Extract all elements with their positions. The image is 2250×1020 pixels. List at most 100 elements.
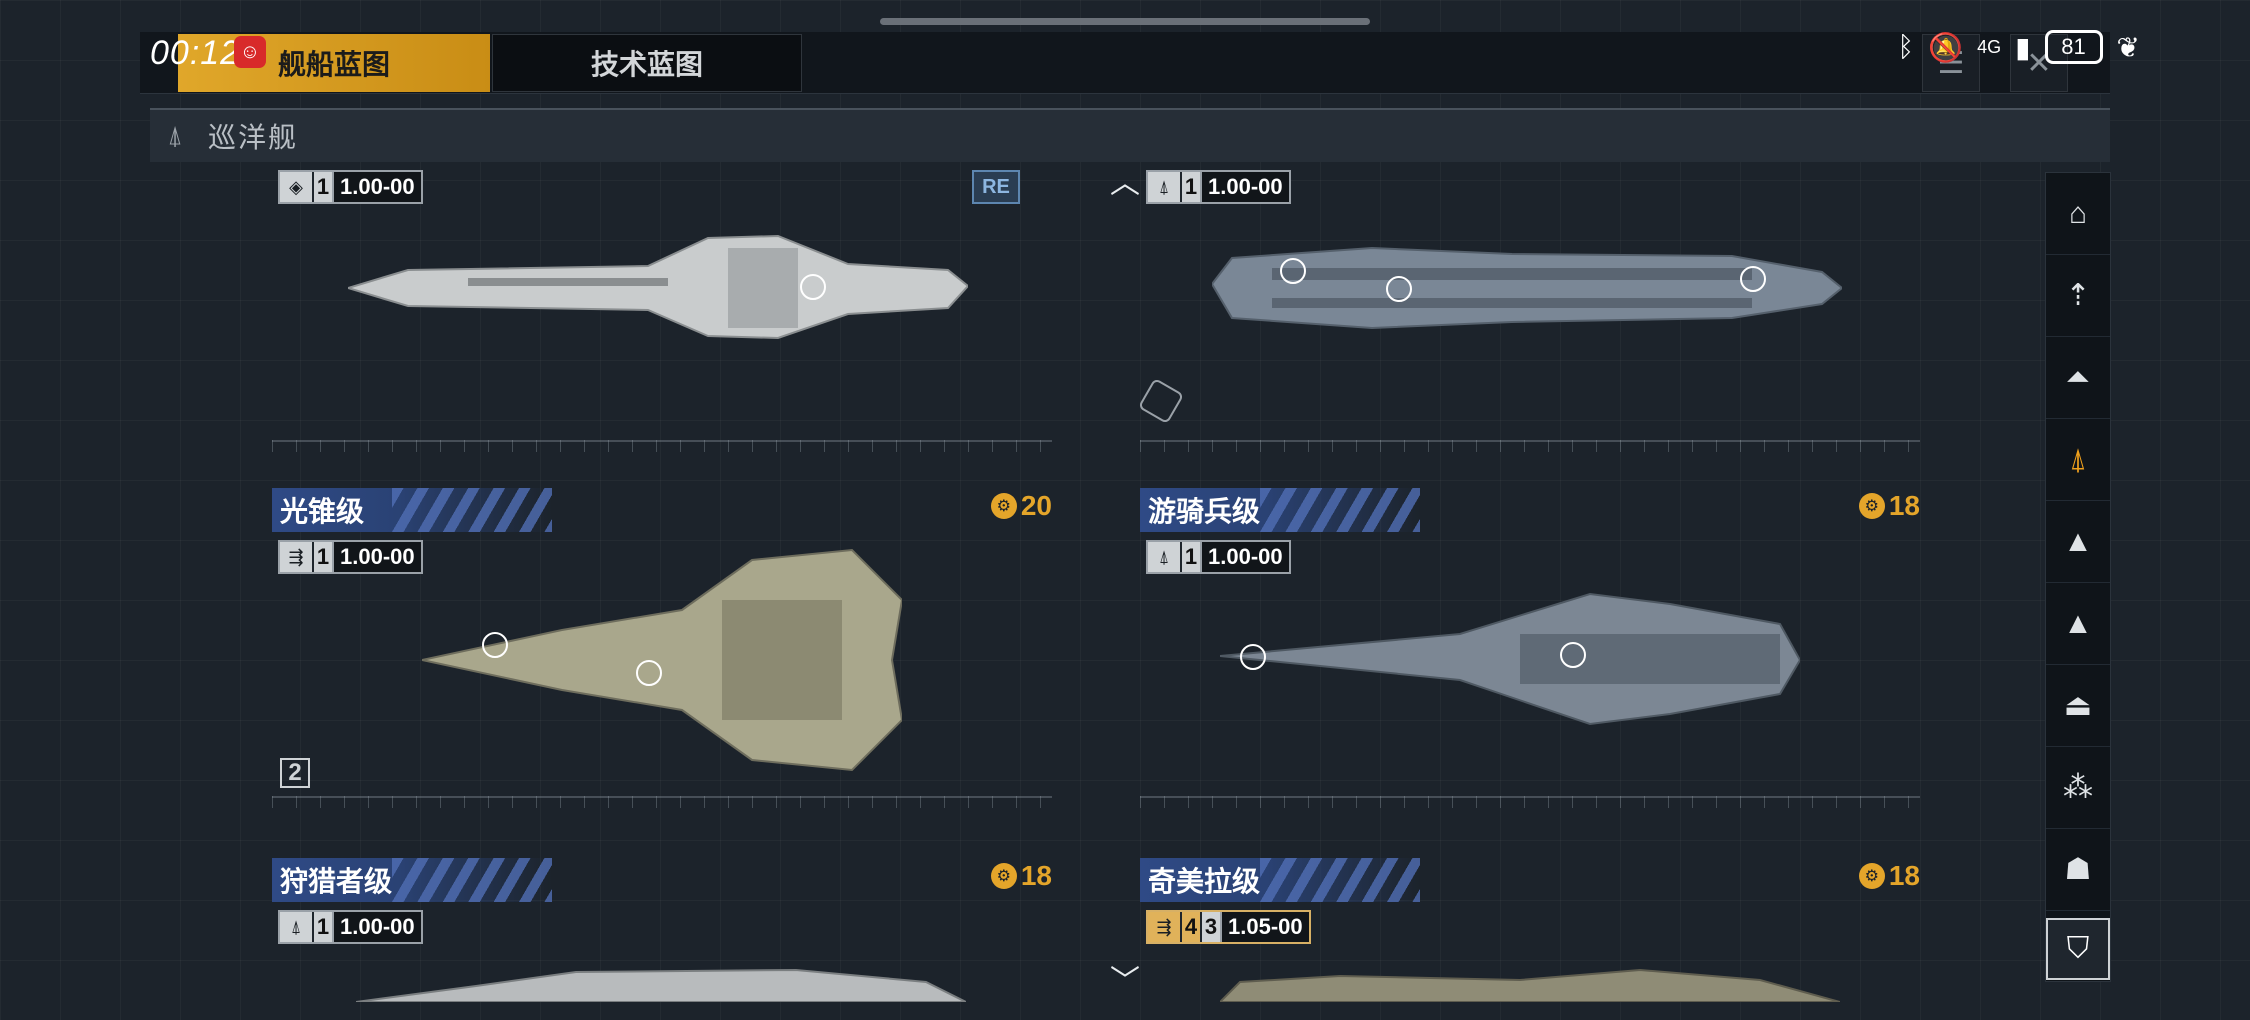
stat-type-icon: ⍋ [1148,542,1180,572]
ship-card[interactable]: 光锥级 ⚙ 20 ⇶ 1 1.00-00 2 [272,488,1052,828]
weapon-marker[interactable] [1386,276,1412,302]
ship-name-banner: 奇美拉级 [1140,858,1420,902]
stat-type-icon: ⍋ [1148,172,1180,202]
ship-name: 光锥级 [280,496,365,527]
cruiser-class-6-icon[interactable]: ▲ [2046,583,2110,665]
weapon-marker[interactable] [1740,266,1766,292]
weapon-marker[interactable] [800,274,826,300]
weapon-marker[interactable] [1280,258,1306,284]
cost-icon: ⚙ [1858,863,1885,889]
stat-type-icon: ⍋ [280,912,312,942]
cruiser-class-5-icon[interactable]: ▲ [2046,501,2110,583]
weapon-marker[interactable] [1560,642,1586,668]
stat-type-icon: ⇶ [280,542,312,572]
scale-ticks [1140,440,1920,452]
ship-card[interactable]: 游骑兵级 ⚙ 18 ⍋ 1 1.00-00 [1140,488,1920,828]
ship-card[interactable]: 奇美拉级 ⚙ 18 ⇶ 4 3 1.05-00 ﹀ [1110,858,1920,1008]
stat-value: 1.00-00 [332,912,421,942]
stat-value: 1.00-00 [332,172,421,202]
tab-ship-blueprint-label: 舰船蓝图 [278,49,391,80]
cruiser-class-3-icon[interactable]: ⏶ [2046,337,2110,419]
stat-box: ⍋ 1 1.00-00 [1146,540,1291,574]
cost-value: 18 [1888,860,1920,891]
app-notification-icon: ☺ [234,36,266,68]
ship-card[interactable]: ︿ ⍋ 1 1.00-00 [1110,162,1920,472]
cruiser-class-4-icon[interactable]: ⍋ [2046,419,2110,501]
stat-box: ⍋ 1 1.00-00 [1146,170,1291,204]
ship-name-banner: 狩猎者级 [272,858,552,902]
cost-icon: ⚙ [1858,493,1885,519]
stat-value: 1.00-00 [1200,172,1289,202]
cost-value: 18 [1888,490,1920,521]
leaf-icon: ❦ [2116,31,2140,63]
ship-image [348,234,968,340]
cruiser-class-8-icon[interactable]: ⁂ [2046,747,2110,829]
stat-box: ◈ 1 1.00-00 [278,170,423,204]
ship-image [1220,968,1840,1002]
stat-box: ⍋ 1 1.00-00 [278,910,423,944]
status-icons: ᛒ 🔕 4G ▮ 81 ❦ [1897,30,2140,64]
cruiser-class-2-icon[interactable]: ⇡ [2046,255,2110,337]
tab-tech-blueprint[interactable]: 技术蓝图 [492,34,802,92]
class-filter-sidebar: ⌂ ⇡ ⏶ ⍋ ▲ ▲ ⏏ ⁂ ☗ [2045,172,2111,982]
scale-ticks [272,796,1052,808]
battery-level: 81 [2061,34,2086,59]
ship-card[interactable]: 狩猎者级 ⚙ 18 ⍋ 1 1.00-00 [272,858,1052,1008]
ship-name: 奇美拉级 [1148,866,1261,897]
scale-ticks [272,440,1052,452]
stat-number: 1 [1180,172,1200,202]
stat-value: 1.00-00 [1200,542,1289,572]
bluetooth-icon: ᛒ [1897,31,1915,62]
tier-badge: 2 [280,758,310,788]
filter-button[interactable]: ⛉ [2046,918,2110,980]
battery-icon: 81 [2044,30,2103,64]
cost-icon: ⚙ [990,863,1017,889]
stat-number-a: 4 [1180,912,1200,942]
stat-number: 1 [1180,542,1200,572]
ship-cost: ⚙ 20 [990,490,1052,522]
category-header: ⍋ 巡洋舰 [150,108,2110,162]
weapon-marker[interactable] [1240,644,1266,670]
ship-cost: ⚙ 18 [1858,860,1920,892]
stat-number: 1 [312,542,332,572]
signal-icon: ▮ [2015,31,2031,63]
ship-name-banner: 游骑兵级 [1140,488,1420,532]
scroll-up-icon[interactable]: ︿ [1110,158,1140,202]
home-indicator[interactable] [880,18,1370,25]
stat-number: 1 [312,912,332,942]
ship-cost: ⚙ 18 [1858,490,1920,522]
weapon-marker[interactable] [636,660,662,686]
ship-name: 狩猎者级 [280,866,393,897]
ship-cost: ⚙ 18 [990,860,1052,892]
stat-type-icon: ◈ [280,172,312,202]
cruiser-class-7-icon[interactable]: ⏏ [2046,665,2110,747]
ship-name-banner: 光锥级 [272,488,552,532]
ship-card[interactable]: ◈ 1 1.00-00 RE [272,162,1052,472]
stat-number: 3 [1200,912,1220,942]
ship-image [1220,592,1800,726]
status-time: 00:12 [150,34,241,72]
scroll-down-icon[interactable]: ﹀ [1110,956,1140,1000]
ship-image [356,968,966,1002]
network-label: 4G [1977,36,2002,57]
cost-icon: ⚙ [990,493,1017,519]
scale-ticks [1140,796,1920,808]
stat-value: 1.00-00 [332,542,421,572]
category-title: 巡洋舰 [208,122,299,153]
mute-icon: 🔕 [1928,31,1964,63]
cost-value: 20 [1020,490,1052,521]
stat-number: 1 [312,172,332,202]
tab-tech-blueprint-label: 技术蓝图 [590,49,703,80]
cruiser-class-9-icon[interactable]: ☗ [2046,829,2110,911]
hex-icon [1137,377,1185,425]
stat-value: 1.05-00 [1220,912,1309,942]
re-badge: RE [972,170,1020,204]
cruiser-class-1-icon[interactable]: ⌂ [2046,173,2110,255]
ship-name: 游骑兵级 [1148,496,1261,527]
cost-value: 18 [1020,860,1052,891]
filter-icon: ⛉ [2066,932,2090,965]
weapon-marker[interactable] [482,632,508,658]
stat-type-icon: ⇶ [1148,912,1180,942]
stat-box: ⇶ 1 1.00-00 [278,540,423,574]
cruiser-icon: ⍋ [167,120,183,150]
